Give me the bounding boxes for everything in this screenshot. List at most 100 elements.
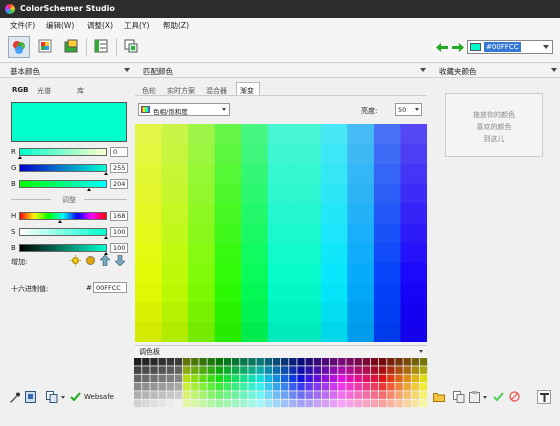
palette-swatch[interactable] [174, 383, 183, 391]
saturation-slider[interactable] [19, 228, 107, 236]
palette-swatch[interactable] [240, 374, 248, 383]
palette-swatch[interactable] [174, 358, 183, 366]
gradient-swatch[interactable] [400, 143, 427, 164]
palette-swatch[interactable] [419, 391, 428, 399]
gradient-swatch[interactable] [267, 223, 295, 244]
palette-swatch[interactable] [321, 366, 330, 374]
gradient-swatch[interactable] [161, 262, 189, 283]
gradient-swatch[interactable] [135, 143, 162, 164]
palette-swatch[interactable] [256, 374, 264, 383]
gradient-swatch[interactable] [347, 163, 375, 184]
gradient-swatch[interactable] [188, 302, 215, 323]
palette-swatch[interactable] [419, 383, 428, 391]
gradient-swatch[interactable] [320, 302, 348, 323]
tab-spectrum[interactable]: 光谱 [37, 86, 51, 96]
gradient-swatch[interactable] [188, 143, 215, 164]
gradient-swatch[interactable] [347, 282, 375, 303]
gradient-swatch[interactable] [161, 203, 189, 224]
palette-swatch[interactable] [297, 391, 305, 399]
palette-swatch[interactable] [240, 391, 248, 399]
palette-swatch[interactable] [338, 391, 346, 399]
scheme-button[interactable] [35, 36, 57, 58]
gradient-swatch[interactable] [188, 163, 215, 184]
palette-swatch[interactable] [183, 383, 191, 391]
palette-swatch[interactable] [264, 374, 273, 383]
palette-swatch[interactable] [191, 391, 199, 399]
palette-swatch[interactable] [207, 391, 215, 399]
gradient-swatch[interactable] [400, 223, 427, 244]
gradient-swatch[interactable] [241, 242, 269, 264]
menu-tools[interactable]: 工具(Y) [124, 20, 149, 31]
palette-swatch[interactable] [272, 366, 281, 374]
palette-swatch[interactable] [370, 366, 379, 374]
palette-swatch[interactable] [403, 358, 411, 366]
gradient-swatch[interactable] [400, 203, 427, 224]
palette-swatch[interactable] [199, 366, 207, 374]
palette-header[interactable]: 调色板 [135, 345, 427, 359]
palette-swatch[interactable] [338, 358, 346, 366]
palette-swatch[interactable] [215, 383, 224, 391]
palette-swatch[interactable] [256, 383, 264, 391]
palette-swatch[interactable] [395, 358, 403, 366]
gradient-swatch[interactable] [294, 302, 322, 323]
palette-swatch[interactable] [354, 383, 362, 391]
red-value-field[interactable]: 0 [110, 147, 128, 157]
palette-swatch[interactable] [272, 374, 281, 383]
palette-swatch[interactable] [264, 358, 273, 366]
gradient-swatch[interactable] [294, 124, 322, 145]
palette-swatch[interactable] [183, 374, 191, 383]
palette-swatch[interactable] [289, 374, 297, 383]
gradient-swatch[interactable] [400, 282, 427, 303]
saturation-slider-thumb[interactable] [104, 236, 108, 239]
gradient-swatch[interactable] [188, 262, 215, 283]
palette-swatch[interactable] [370, 391, 379, 399]
palette-swatch[interactable] [166, 366, 175, 374]
palette-swatch[interactable] [305, 391, 313, 399]
palette-swatch[interactable] [395, 374, 403, 383]
gradient-swatch[interactable] [267, 203, 295, 224]
gradient-swatch[interactable] [161, 223, 189, 244]
gradient-swatch[interactable] [320, 203, 348, 224]
palette-swatch[interactable] [297, 383, 305, 391]
palette-swatch[interactable] [256, 358, 264, 366]
palette-swatch[interactable] [166, 358, 175, 366]
palette-swatch[interactable] [321, 383, 330, 391]
gradient-swatch[interactable] [135, 242, 162, 264]
palette-swatch[interactable] [362, 391, 371, 399]
gradient-swatch[interactable] [400, 322, 427, 342]
forward-arrow-icon[interactable] [452, 43, 464, 52]
favorites-drop-zone[interactable]: 拖放你的颜色 喜欢的颜色 到这儿 [445, 93, 543, 157]
palette-swatch[interactable] [248, 366, 256, 374]
gradient-swatch[interactable] [135, 223, 162, 244]
palette-swatch[interactable] [183, 391, 191, 399]
palette-swatch[interactable] [240, 358, 248, 366]
palette-swatch[interactable] [330, 358, 338, 366]
palette-swatch[interactable] [191, 383, 199, 391]
palette-swatch[interactable] [215, 366, 224, 374]
palette-swatch[interactable] [215, 399, 224, 408]
palette-swatch[interactable] [297, 358, 305, 366]
palette-swatch[interactable] [272, 391, 281, 399]
gradient-swatch[interactable] [161, 124, 189, 145]
palette-swatch[interactable] [223, 399, 232, 408]
palette-swatch[interactable] [207, 383, 215, 391]
green-slider-thumb[interactable] [104, 172, 108, 175]
palette-swatch[interactable] [191, 399, 199, 408]
blue-value-field[interactable]: 204 [110, 179, 128, 189]
palette-swatch[interactable] [207, 358, 215, 366]
gradient-swatch[interactable] [373, 124, 401, 145]
palette-swatch[interactable] [419, 374, 428, 383]
palette-swatch[interactable] [272, 358, 281, 366]
palette-swatch[interactable] [264, 383, 273, 391]
palette-swatch[interactable] [330, 399, 338, 408]
gradient-swatch[interactable] [373, 322, 401, 342]
gradient-swatch[interactable] [294, 223, 322, 244]
gradient-mode-select[interactable]: 色相/饱和度 [138, 103, 230, 116]
palette-swatch[interactable] [134, 391, 142, 399]
palette-swatch[interactable] [142, 399, 150, 408]
palette-swatch[interactable] [240, 399, 248, 408]
palette-swatch[interactable] [207, 374, 215, 383]
gradient-swatch[interactable] [267, 124, 295, 145]
gradient-swatch[interactable] [267, 143, 295, 164]
palette-swatch[interactable] [289, 391, 297, 399]
